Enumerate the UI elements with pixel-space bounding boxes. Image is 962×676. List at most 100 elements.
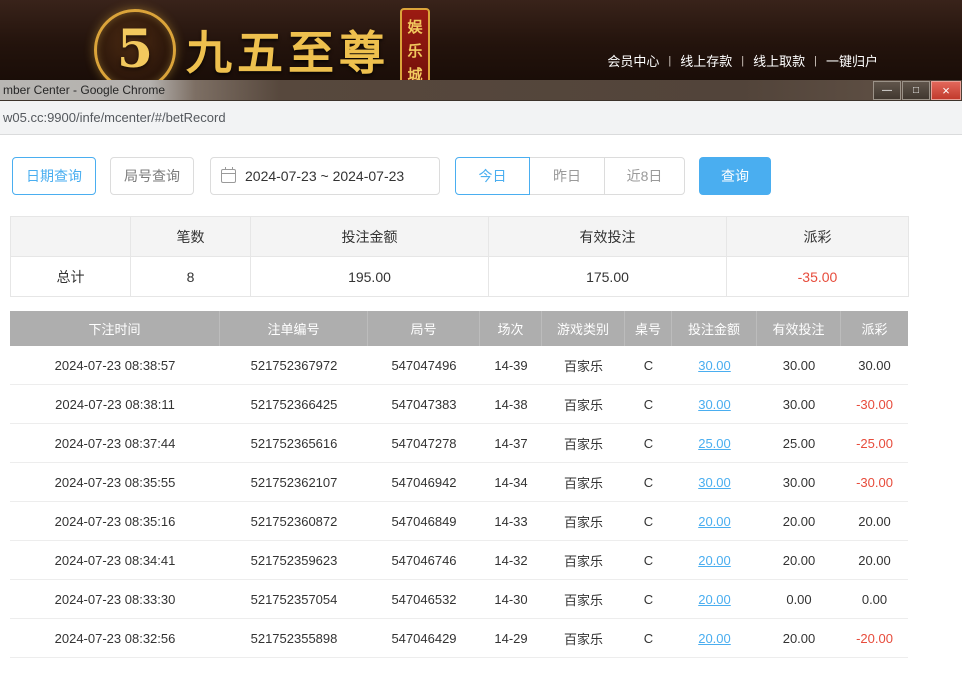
cell-bet-amount: 20.00 (672, 541, 757, 579)
bet-amount-link[interactable]: 20.00 (698, 592, 731, 607)
cell-game-type: 百家乐 (542, 346, 625, 384)
table-row: 2024-07-23 08:33:30521752357054547046532… (10, 580, 908, 619)
site-title: 九五至尊 (186, 17, 390, 83)
cell-payout: 30.00 (841, 346, 908, 384)
table-row: 2024-07-23 08:38:57521752367972547047496… (10, 346, 908, 385)
round-query-button[interactable]: 局号查询 (110, 157, 194, 195)
nav-separator: | (668, 55, 671, 67)
cell-table-number: C (625, 541, 672, 579)
cell-valid-bet: 25.00 (757, 424, 841, 462)
table-row: 2024-07-23 08:35:55521752362107547046942… (10, 463, 908, 502)
summary-value-cell: -35.00 (727, 257, 909, 297)
cell-round-number: 547046429 (368, 619, 480, 657)
summary-data-row: 总计8195.00175.00-35.00 (11, 257, 909, 297)
cell-game-type: 百家乐 (542, 619, 625, 657)
records-header-cell: 场次 (480, 311, 542, 346)
top-nav: 会员中心|线上存款|线上取款|一键归户 (607, 51, 878, 70)
cell-session: 14-29 (480, 619, 542, 657)
popup-window: mber Center - Google Chrome — □ × w05.cc… (0, 80, 962, 676)
maximize-button[interactable]: □ (902, 81, 930, 100)
bet-amount-link[interactable]: 30.00 (698, 475, 731, 490)
records-header-cell: 投注金额 (672, 311, 757, 346)
cell-bet-number: 521752360872 (220, 502, 368, 540)
calendar-icon (221, 169, 236, 183)
records-body: 2024-07-23 08:38:57521752367972547047496… (10, 346, 908, 658)
cell-game-type: 百家乐 (542, 463, 625, 501)
cell-game-type: 百家乐 (542, 580, 625, 618)
cell-bet-amount: 20.00 (672, 502, 757, 540)
window-controls: — □ × (872, 81, 961, 100)
cell-bet-amount: 30.00 (672, 385, 757, 423)
cell-bet-time: 2024-07-23 08:34:41 (10, 541, 220, 579)
cell-bet-number: 521752366425 (220, 385, 368, 423)
summary-header-cell: 有效投注 (489, 217, 727, 257)
cell-table-number: C (625, 346, 672, 384)
bet-amount-link[interactable]: 20.00 (698, 553, 731, 568)
cell-round-number: 547046746 (368, 541, 480, 579)
cell-round-number: 547047383 (368, 385, 480, 423)
logo-badge-char: 娱 (407, 16, 422, 37)
cell-bet-time: 2024-07-23 08:37:44 (10, 424, 220, 462)
summary-header-cell: 投注金额 (251, 217, 489, 257)
table-row: 2024-07-23 08:35:16521752360872547046849… (10, 502, 908, 541)
cell-game-type: 百家乐 (542, 424, 625, 462)
bet-amount-link[interactable]: 25.00 (698, 436, 731, 451)
cell-bet-amount: 20.00 (672, 580, 757, 618)
records-table: 下注时间注单编号局号场次游戏类别桌号投注金额有效投注派彩 2024-07-23 … (10, 311, 908, 658)
cell-game-type: 百家乐 (542, 385, 625, 423)
filter-bar: 日期查询 局号查询 2024-07-23 ~ 2024-07-23 今日昨日近8… (0, 135, 962, 195)
last-8-days-button[interactable]: 近8日 (604, 157, 685, 195)
nav-link-member-center[interactable]: 会员中心 (607, 51, 659, 70)
records-header-cell: 派彩 (841, 311, 908, 346)
cell-payout: -30.00 (841, 463, 908, 501)
summary-header-cell: 笔数 (131, 217, 251, 257)
bet-amount-link[interactable]: 20.00 (698, 514, 731, 529)
screen: 5 九五至尊 娱乐城 会员中心|线上存款|线上取款|一键归户 mber Cent… (0, 0, 962, 676)
cell-table-number: C (625, 619, 672, 657)
close-button[interactable]: × (931, 81, 961, 100)
cell-payout: -30.00 (841, 385, 908, 423)
cell-session: 14-37 (480, 424, 542, 462)
address-bar: w05.cc:9900/infe/mcenter/#/betRecord (0, 101, 962, 135)
bet-amount-link[interactable]: 20.00 (698, 631, 731, 646)
date-query-button[interactable]: 日期查询 (12, 157, 96, 195)
cell-bet-amount: 20.00 (672, 619, 757, 657)
bet-amount-link[interactable]: 30.00 (698, 358, 731, 373)
cell-bet-amount: 30.00 (672, 463, 757, 501)
logo-five-icon: 5 (94, 9, 176, 91)
today-button[interactable]: 今日 (455, 157, 530, 195)
bet-record-page: 日期查询 局号查询 2024-07-23 ~ 2024-07-23 今日昨日近8… (0, 135, 962, 675)
cell-bet-time: 2024-07-23 08:35:16 (10, 502, 220, 540)
cell-table-number: C (625, 385, 672, 423)
cell-bet-number: 521752362107 (220, 463, 368, 501)
logo-number: 5 (117, 24, 153, 76)
nav-link-online-withdraw[interactable]: 线上取款 (753, 51, 805, 70)
yesterday-button[interactable]: 昨日 (529, 157, 605, 195)
cell-round-number: 547046942 (368, 463, 480, 501)
cell-bet-time: 2024-07-23 08:32:56 (10, 619, 220, 657)
nav-separator: | (741, 55, 744, 67)
bet-amount-link[interactable]: 30.00 (698, 397, 731, 412)
cell-bet-amount: 30.00 (672, 346, 757, 384)
cell-session: 14-32 (480, 541, 542, 579)
cell-table-number: C (625, 502, 672, 540)
minimize-button[interactable]: — (873, 81, 901, 100)
date-range-input[interactable]: 2024-07-23 ~ 2024-07-23 (210, 157, 440, 195)
cell-bet-number: 521752367972 (220, 346, 368, 384)
table-row: 2024-07-23 08:34:41521752359623547046746… (10, 541, 908, 580)
nav-link-online-deposit[interactable]: 线上存款 (680, 51, 732, 70)
summary-header-row: 笔数投注金额有效投注派彩 (11, 217, 909, 257)
cell-table-number: C (625, 424, 672, 462)
cell-valid-bet: 20.00 (757, 541, 841, 579)
cell-bet-number: 521752365616 (220, 424, 368, 462)
cell-session: 14-33 (480, 502, 542, 540)
window-titlebar[interactable]: mber Center - Google Chrome — □ × (0, 80, 962, 101)
records-header-cell: 桌号 (625, 311, 672, 346)
table-row: 2024-07-23 08:37:44521752365616547047278… (10, 424, 908, 463)
search-button[interactable]: 查询 (699, 157, 771, 195)
records-header-cell: 下注时间 (10, 311, 220, 346)
nav-link-one-key-transfer[interactable]: 一键归户 (826, 51, 878, 70)
cell-table-number: C (625, 463, 672, 501)
records-header-row: 下注时间注单编号局号场次游戏类别桌号投注金额有效投注派彩 (10, 311, 908, 346)
cell-round-number: 547047278 (368, 424, 480, 462)
